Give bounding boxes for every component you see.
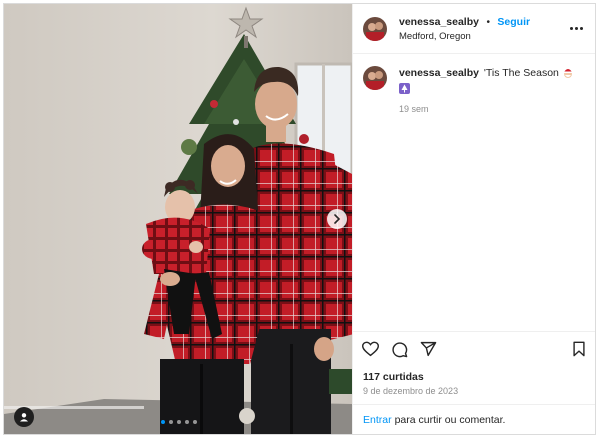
carousel-dot	[185, 420, 189, 424]
user-tags-button[interactable]	[14, 407, 34, 427]
carousel-next-button[interactable]	[327, 209, 347, 229]
caption: venessa_sealby 'Tis The Season 19 sem	[353, 54, 595, 116]
caption-avatar[interactable]	[363, 66, 387, 90]
username-link[interactable]: venessa_sealby	[399, 16, 479, 28]
comment-button[interactable]	[391, 341, 408, 363]
carousel-dot	[169, 420, 173, 424]
likes-count[interactable]: 117 curtidas	[353, 371, 595, 383]
location-link[interactable]: Medford, Oregon	[399, 30, 530, 44]
like-button[interactable]	[361, 341, 380, 362]
post-dialog: venessa_sealby • Seguir Medford, Oregon	[3, 3, 596, 435]
carousel-dot	[161, 420, 165, 424]
avatar-image	[363, 16, 387, 41]
login-link[interactable]: Entrar	[363, 414, 392, 426]
user-tag-icon	[20, 413, 28, 422]
login-prompt: Entrar para curtir ou comentar.	[353, 404, 595, 434]
caption-username[interactable]: venessa_sealby	[399, 67, 479, 79]
christmas-tree-emoji-icon	[399, 83, 410, 94]
caption-body: venessa_sealby 'Tis The Season 19 sem	[399, 66, 574, 116]
carousel-dot	[193, 420, 197, 424]
comments-area	[353, 116, 595, 331]
carousel-dot	[177, 420, 181, 424]
heart-icon	[361, 341, 380, 357]
avatar-image	[363, 66, 387, 90]
post-date: 9 de dezembro de 2023	[363, 386, 459, 396]
post-photo	[4, 4, 352, 434]
save-button[interactable]	[572, 341, 586, 362]
post-media[interactable]	[4, 4, 352, 434]
more-options-icon	[569, 27, 583, 30]
separator-dot: •	[486, 16, 490, 28]
more-options-button[interactable]	[567, 22, 585, 36]
carousel-indicator	[161, 420, 197, 424]
caption-time: 19 sem	[399, 104, 429, 114]
avatar[interactable]	[363, 16, 387, 41]
share-button[interactable]	[420, 341, 437, 362]
caption-text: 'Tis The Season	[483, 67, 559, 79]
login-prompt-text: para curtir ou comentar.	[394, 413, 506, 426]
follow-button[interactable]: Seguir	[497, 16, 530, 28]
chevron-right-icon	[334, 214, 341, 224]
bookmark-icon	[573, 341, 585, 357]
header-text: venessa_sealby • Seguir Medford, Oregon	[399, 14, 530, 44]
send-icon	[420, 341, 437, 357]
post-header: venessa_sealby • Seguir Medford, Oregon	[353, 4, 595, 54]
action-bar	[353, 331, 595, 371]
comment-icon	[392, 341, 408, 357]
santa-emoji-icon	[563, 69, 572, 79]
post-sidebar: venessa_sealby • Seguir Medford, Oregon	[352, 4, 595, 434]
